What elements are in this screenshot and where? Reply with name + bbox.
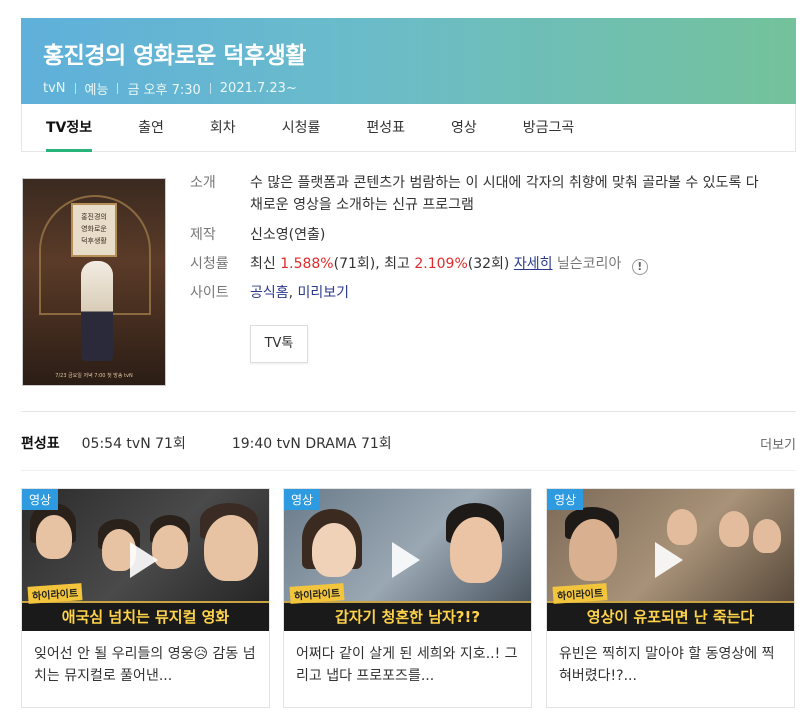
poster-title-card: 홍진경의 영화로운 덕후생활 (71, 203, 117, 257)
poster-title-line: 홍진경의 (81, 213, 107, 221)
info-alert-icon[interactable]: ! (631, 259, 648, 275)
tab-cast[interactable]: 출연 (138, 104, 164, 151)
video-badge: 영상 (22, 489, 59, 510)
person-face (204, 515, 258, 581)
video-title[interactable]: 어쩌다 같이 살게 된 세희와 지호..! 그리고 냅다 프로포즈를... (284, 631, 531, 699)
play-icon[interactable] (654, 542, 683, 578)
program-header: 홍진경의 영화로운 덕후생활 tvN 예능 금 오후 7:30 2021.7.2… (21, 18, 796, 104)
rating-values: 최신 1.588%(71회), 최고 2.109%(32회) 자세히 닐슨코리아… (250, 253, 648, 275)
program-title[interactable]: 홍진경의 영화로운 덕후생활 (43, 36, 796, 70)
tab-songs[interactable]: 방금그곡 (523, 104, 575, 151)
channel-label[interactable]: tvN (43, 81, 66, 96)
poster-caption: 7/23 금요일 저녁 7:00 첫 방송 tvN (55, 373, 133, 379)
person-face (753, 519, 781, 553)
person-face (312, 523, 356, 577)
tv-talk-button[interactable]: TV톡 (250, 325, 308, 363)
program-meta: tvN 예능 금 오후 7:30 2021.7.23~ (43, 79, 796, 98)
site-row: 사이트 공식홈, 미리보기 (190, 282, 790, 304)
meta-divider (74, 83, 76, 94)
video-title[interactable]: 유빈은 찍히지 말아야 할 동영상에 찍혀버렸다!?... (547, 631, 794, 699)
play-icon[interactable] (129, 542, 158, 578)
video-thumbnail[interactable]: 영상 하이라이트 애국심 넘치는 뮤지컬 영화 (22, 489, 269, 631)
video-card[interactable]: 영상 하이라이트 영상이 유포되면 난 죽는다 유빈은 찍히지 말아야 할 동영… (546, 488, 795, 708)
start-date-label: 2021.7.23~ (219, 81, 297, 96)
rating-best-prefix: 최고 (384, 256, 410, 272)
tab-tv-info[interactable]: TV정보 (46, 104, 93, 152)
site-separator: , (288, 285, 294, 301)
airtime-label: 금 오후 7:30 (127, 83, 201, 98)
person-face (450, 517, 502, 583)
tab-videos[interactable]: 영상 (451, 104, 477, 151)
rating-detail-link[interactable]: 자세히 (514, 256, 553, 272)
poster-figure (81, 261, 113, 361)
person-face (667, 509, 697, 545)
meta-divider (117, 83, 119, 94)
program-tabs: TV정보 출연 회차 시청률 편성표 영상 방금그곡 (21, 104, 796, 152)
site-label: 사이트 (190, 285, 229, 301)
meta-divider (209, 83, 211, 94)
production-row: 제작 신소영(연출) (190, 224, 790, 246)
site-links: 공식홈, 미리보기 (250, 282, 349, 304)
rating-best-value: 2.109% (414, 256, 468, 272)
person-face (569, 519, 617, 581)
rating-latest-episode: (71회), (333, 256, 380, 272)
intro-label: 소개 (190, 175, 216, 191)
schedule-more-link[interactable]: 더보기 (760, 434, 796, 453)
rating-row: 시청률 최신 1.588%(71회), 최고 2.109%(32회) 자세히 닐… (190, 253, 790, 275)
poster-title-line: 덕후생활 (81, 237, 107, 245)
rating-latest-value: 1.588% (280, 256, 334, 272)
section-divider (21, 470, 796, 471)
program-info: 소개 수 많은 플랫폼과 콘텐츠가 범람하는 이 시대에 각자의 취향에 맞춰 … (190, 172, 790, 304)
poster-title-line: 영화로운 (81, 225, 107, 233)
video-thumbnail[interactable]: 영상 하이라이트 영상이 유포되면 난 죽는다 (547, 489, 794, 631)
video-thumbnail[interactable]: 영상 하이라이트 갑자기 청혼한 남자?!? (284, 489, 531, 631)
rating-label: 시청률 (190, 256, 229, 272)
video-badge: 영상 (284, 489, 321, 510)
rating-best-episode: (32회) (467, 256, 510, 272)
video-card[interactable]: 영상 하이라이트 애국심 넘치는 뮤지컬 영화 잊어선 안 될 우리들의 영웅😥… (21, 488, 270, 708)
video-card[interactable]: 영상 하이라이트 갑자기 청혼한 남자?!? 어쩌다 같이 살게 된 세희와 지… (283, 488, 532, 708)
schedule-item[interactable]: 05:54 tvN 71회 (82, 433, 186, 453)
program-poster[interactable]: 홍진경의 영화로운 덕후생활 7/23 금요일 저녁 7:00 첫 방송 tvN (22, 178, 166, 386)
schedule-section: 편성표 05:54 tvN 71회 19:40 tvN DRAMA 71회 더보… (21, 433, 796, 453)
thumbnail-banner: 영상이 유포되면 난 죽는다 (547, 601, 794, 631)
rating-latest-prefix: 최신 (250, 256, 276, 272)
video-badge: 영상 (547, 489, 584, 510)
play-icon[interactable] (391, 542, 420, 578)
video-title[interactable]: 잊어선 안 될 우리들의 영웅😥 감동 넘치는 뮤지컬로 풀어낸... (22, 631, 269, 699)
schedule-label: 편성표 (21, 436, 60, 452)
person-face (36, 515, 72, 559)
official-site-link[interactable]: 공식홈 (250, 285, 289, 301)
production-value[interactable]: 신소영(연출) (250, 224, 325, 246)
thumbnail-banner: 갑자기 청혼한 남자?!? (284, 601, 531, 631)
schedule-item[interactable]: 19:40 tvN DRAMA 71회 (232, 433, 392, 453)
thumbnail-banner: 애국심 넘치는 뮤지컬 영화 (22, 601, 269, 631)
tab-episodes[interactable]: 회차 (210, 104, 236, 151)
person-face (719, 511, 749, 547)
intro-row: 소개 수 많은 플랫폼과 콘텐츠가 범람하는 이 시대에 각자의 취향에 맞춰 … (190, 172, 790, 216)
production-label: 제작 (190, 227, 216, 243)
genre-label: 예능 (84, 83, 109, 98)
preview-link[interactable]: 미리보기 (298, 285, 350, 301)
rating-source: 닐슨코리아 (556, 256, 622, 272)
section-divider (21, 411, 796, 412)
tab-ratings[interactable]: 시청률 (282, 104, 321, 151)
tab-schedule[interactable]: 편성표 (366, 104, 405, 151)
intro-text: 수 많은 플랫폼과 콘텐츠가 범람하는 이 시대에 각자의 취향에 맞춰 골라볼… (250, 175, 759, 213)
